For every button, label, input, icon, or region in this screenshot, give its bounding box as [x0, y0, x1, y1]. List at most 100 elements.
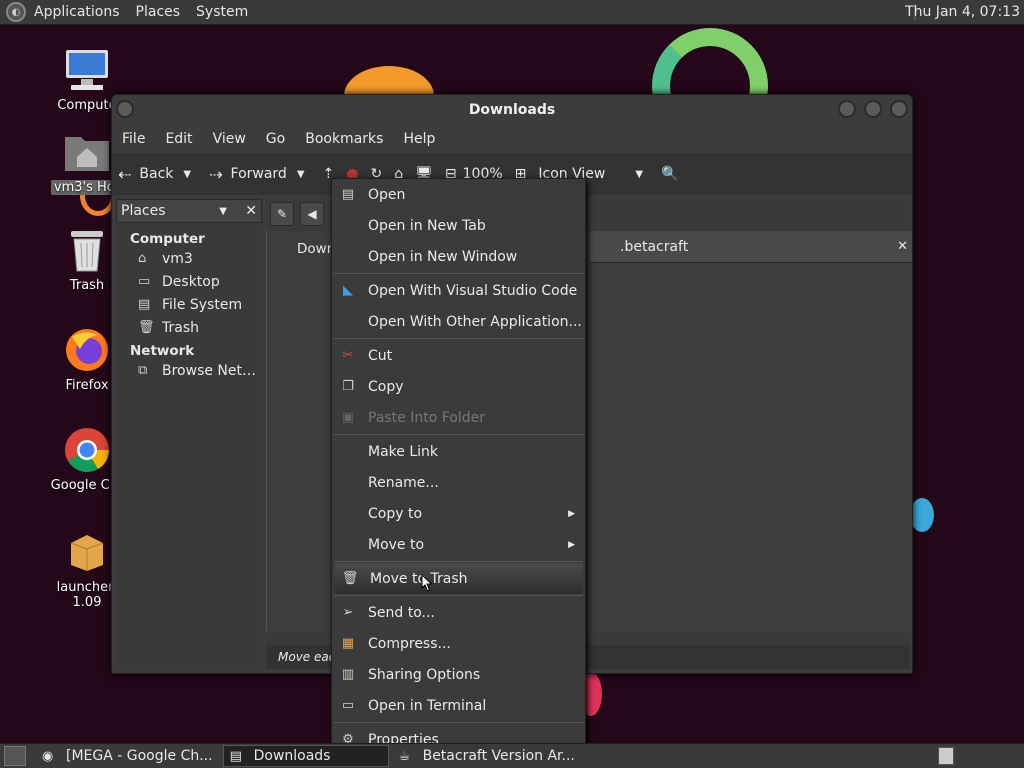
tab-downloads[interactable]: Down: [297, 241, 335, 257]
chrome-icon: [63, 426, 111, 474]
menu-item-open-in-terminal[interactable]: ▭ Open in Terminal: [332, 690, 585, 721]
menu-item-label: Open in New Window: [368, 248, 518, 265]
close-sidebar-icon[interactable]: ✕: [245, 203, 257, 219]
edit-location-button[interactable]: ✎: [270, 202, 294, 226]
chevron-down-icon[interactable]: ▼: [183, 169, 191, 180]
menu-item-cut[interactable]: ✂ Cut: [332, 340, 585, 371]
chevron-left-icon: ◀: [307, 207, 317, 221]
package-icon: [63, 528, 111, 576]
menu-item-open-new-tab[interactable]: Open in New Tab: [332, 210, 585, 241]
sidebar-item-vm3[interactable]: ⌂ vm3: [138, 247, 262, 270]
home-icon: ⌂: [138, 251, 147, 266]
sidebar-item-browse-network[interactable]: ⧉ Browse Net…: [138, 359, 262, 382]
sidebar-item-label: Browse Net…: [162, 362, 257, 379]
menu-item-move-to-trash[interactable]: 🗑 Move to Trash: [334, 563, 583, 594]
search-button[interactable]: 🔍: [655, 166, 684, 182]
sidebar-item-trash[interactable]: 🗑 Trash: [138, 316, 262, 339]
menu-view[interactable]: View: [203, 131, 256, 147]
computer-icon: [63, 46, 111, 94]
clock[interactable]: Thu Jan 4, 07:13: [905, 4, 1020, 20]
task-betacraft[interactable]: ☕ Betacraft Version Ar...: [393, 745, 581, 767]
send-icon: ➢: [342, 605, 354, 620]
taskbar: ◉ [MEGA - Google Ch... ▤ Downloads ☕ Bet…: [0, 743, 1024, 768]
system-menu[interactable]: System: [188, 4, 256, 20]
back-button[interactable]: ⇠ Back ▼: [112, 165, 203, 184]
java-icon: ☕: [398, 748, 411, 764]
task-chrome-mega[interactable]: ◉ [MEGA - Google Ch...: [36, 745, 219, 767]
terminal-icon: ▭: [341, 698, 355, 713]
sidebar-item-file-system[interactable]: ▤ File System: [138, 293, 262, 316]
menu-separator: [334, 561, 583, 562]
close-button[interactable]: [890, 100, 908, 118]
menu-item-label: Copy to: [368, 505, 423, 522]
wallpaper-blue-shape: [910, 498, 934, 532]
menu-item-label: Move to: [368, 536, 425, 553]
trash-icon: [63, 226, 111, 274]
menu-item-compress[interactable]: ▦ Compress...: [332, 628, 585, 659]
desktop-icon-label: Compute: [57, 98, 117, 113]
applications-menu[interactable]: Applications: [26, 4, 128, 20]
tab-betacraft[interactable]: .betacraft ✕: [590, 231, 912, 263]
share-folder-icon: ▥: [341, 667, 355, 682]
menu-separator: [334, 273, 583, 274]
task-downloads[interactable]: ▤ Downloads: [222, 745, 389, 767]
window-titlebar[interactable]: Downloads: [112, 95, 912, 125]
chevron-down-icon: ▼: [219, 205, 227, 217]
minimize-button[interactable]: [838, 100, 856, 118]
menu-bookmarks[interactable]: Bookmarks: [295, 131, 393, 147]
sidebar-group-computer: Computer: [130, 231, 205, 247]
places-selector[interactable]: Places ▼ ✕: [116, 199, 262, 223]
maximize-button[interactable]: [864, 100, 882, 118]
menu-item-open-with-vscode[interactable]: ◣ Open With Visual Studio Code: [332, 275, 585, 306]
sidebar: Places ▼ ✕ Computer ⌂ vm3 ▭ Desktop ▤ Fi…: [116, 199, 262, 669]
sidebar-item-label: File System: [162, 296, 243, 313]
show-desktop-button[interactable]: [4, 746, 26, 766]
menu-file[interactable]: File: [112, 131, 155, 147]
menu-item-label: Make Link: [368, 443, 438, 460]
menu-help[interactable]: Help: [393, 131, 445, 147]
window-menu-button[interactable]: [116, 100, 134, 118]
menu-item-label: Paste Into Folder: [368, 409, 486, 426]
menu-item-copy[interactable]: ❐ Copy: [332, 371, 585, 402]
system-logo-icon[interactable]: ◐: [6, 2, 26, 22]
menu-edit[interactable]: Edit: [155, 131, 202, 147]
menu-separator: [334, 595, 583, 596]
window-title: Downloads: [468, 102, 556, 118]
menu-separator: [334, 434, 583, 435]
menu-item-open-with-other[interactable]: Open With Other Application...: [332, 306, 585, 337]
menu-item-rename[interactable]: Rename...: [332, 467, 585, 498]
sidebar-item-label: Trash: [162, 319, 199, 336]
menu-item-label: Copy: [368, 378, 404, 395]
menu-item-move-to[interactable]: Move to ▶: [332, 529, 585, 560]
chevron-down-icon[interactable]: ▼: [297, 169, 305, 180]
folder-icon: ▤: [229, 748, 242, 764]
forward-button[interactable]: ⇢ Forward ▼: [203, 165, 316, 184]
sidebar-item-desktop[interactable]: ▭ Desktop: [138, 270, 262, 293]
menu-item-open-new-window[interactable]: Open in New Window: [332, 241, 585, 272]
chevron-down-icon: ▼: [635, 168, 644, 180]
close-tab-icon[interactable]: ✕: [897, 239, 908, 254]
menu-item-copy-to[interactable]: Copy to ▶: [332, 498, 585, 529]
desktop-folder-icon: ▭: [138, 274, 151, 289]
path-left-button[interactable]: ◀: [300, 202, 324, 226]
forward-label: Forward: [230, 166, 287, 182]
menu-item-open[interactable]: ▤ Open: [332, 179, 585, 210]
back-arrow-icon: ⇠: [118, 164, 132, 184]
menu-go[interactable]: Go: [256, 131, 295, 147]
tab-label: .betacraft: [620, 238, 689, 255]
menu-item-label: Send to...: [368, 604, 435, 621]
task-label: Downloads: [253, 748, 331, 764]
back-label: Back: [139, 166, 174, 182]
menu-item-label: Open in New Tab: [368, 217, 486, 234]
scissors-icon: ✂: [342, 348, 354, 363]
menu-item-send-to[interactable]: ➢ Send to...: [332, 597, 585, 628]
workspace-switcher[interactable]: [938, 747, 954, 765]
vscode-icon: ◣: [343, 283, 353, 298]
places-menu[interactable]: Places: [128, 4, 189, 20]
menu-item-make-link[interactable]: Make Link: [332, 436, 585, 467]
drive-icon: ▤: [138, 297, 151, 312]
menu-item-label: Sharing Options: [368, 666, 481, 683]
sidebar-group-network: Network: [130, 343, 195, 359]
menu-item-label: Compress...: [368, 635, 451, 652]
menu-item-sharing-options[interactable]: ▥ Sharing Options: [332, 659, 585, 690]
